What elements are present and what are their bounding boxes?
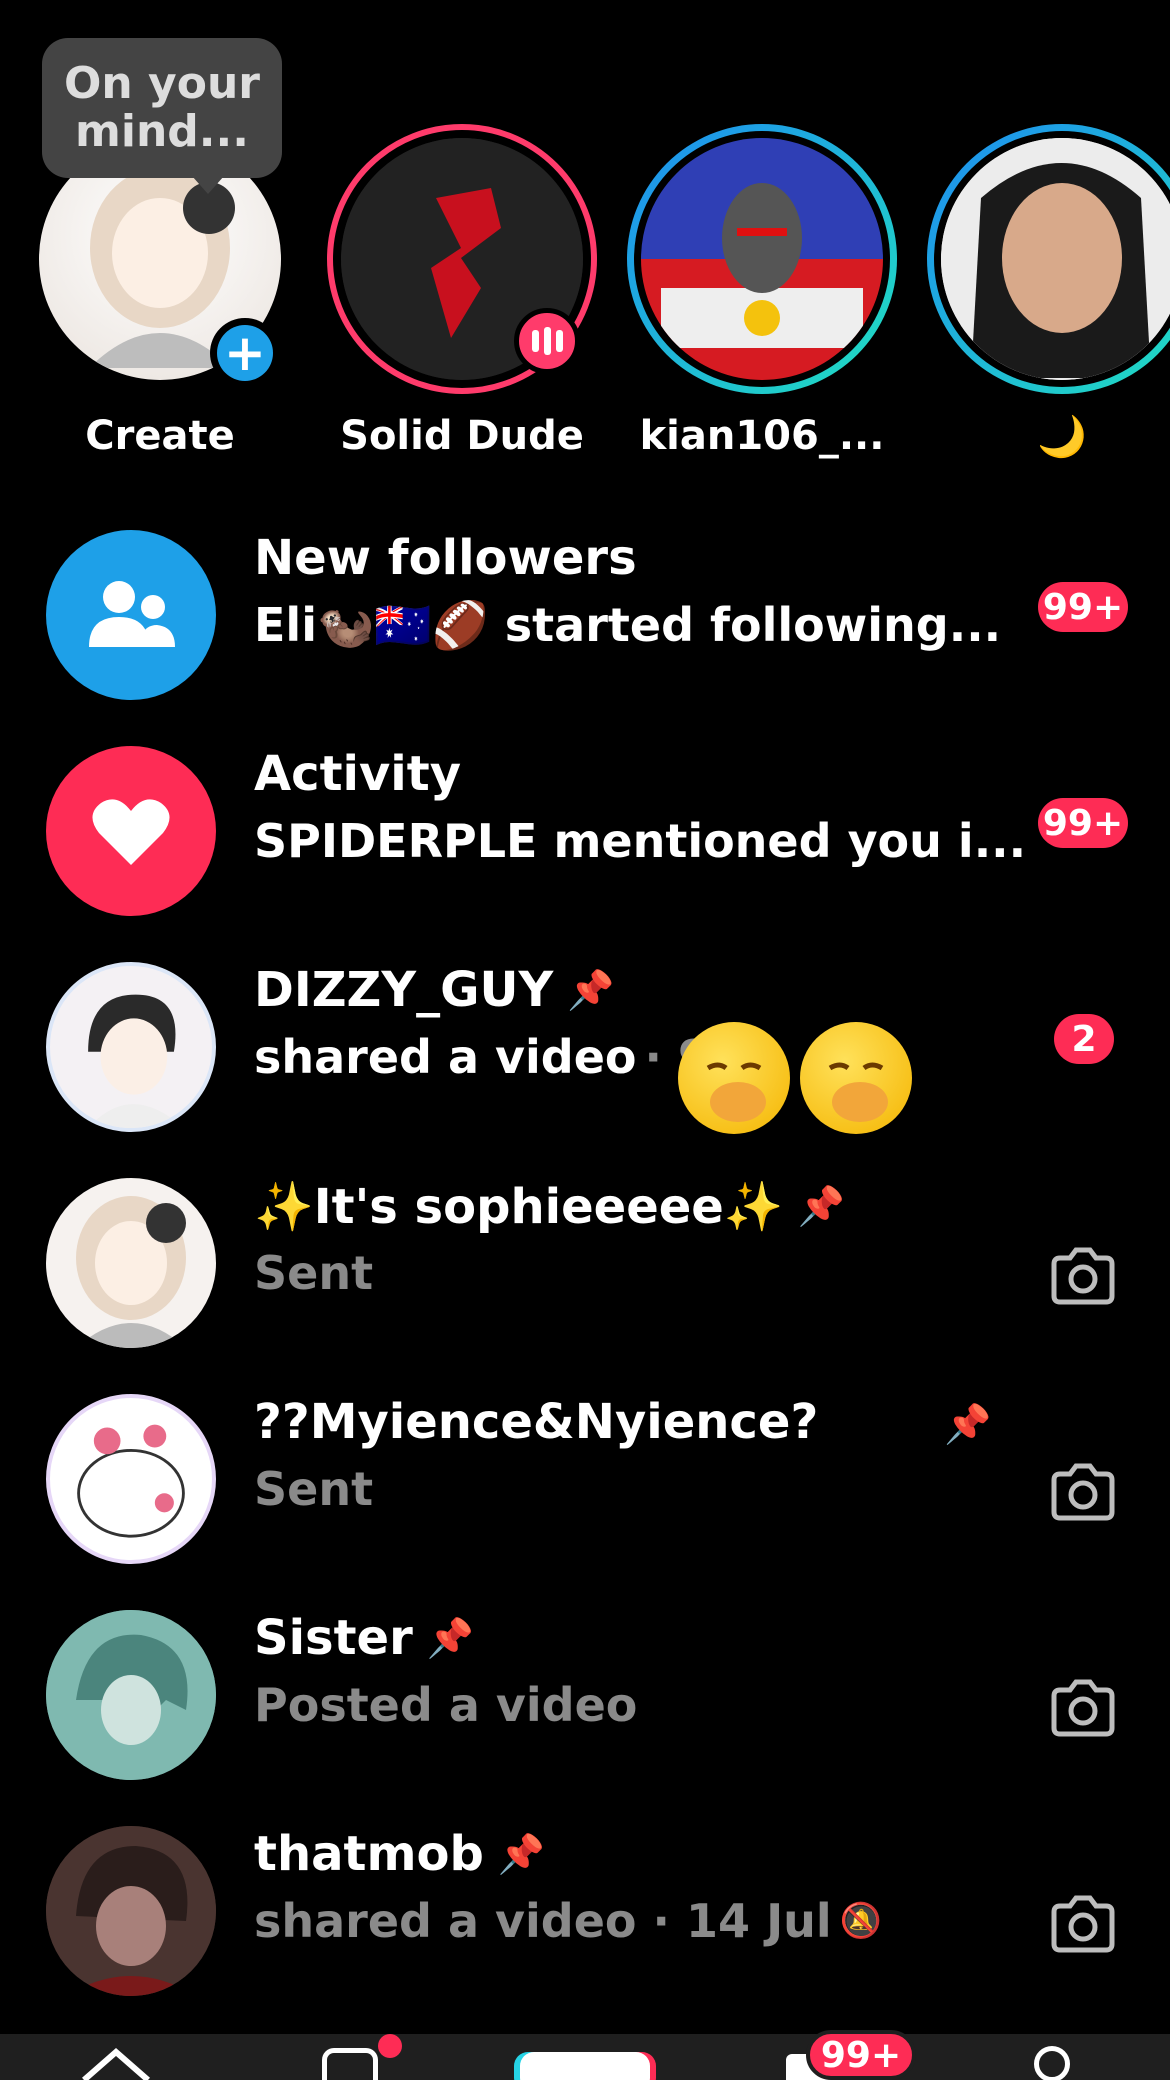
row-title-wrap: DIZZY_GUY 📌 (254, 962, 615, 1018)
camera-icon[interactable] (1048, 1246, 1118, 1306)
pin-icon: 📌 (944, 1402, 992, 1446)
story-label: Solid Dude (340, 413, 584, 459)
bottom-navigation-bar: 99+ (0, 2030, 1170, 2080)
story-label: 🌙 (1037, 414, 1087, 460)
shop-notification-dot (378, 2034, 402, 2058)
add-story-plus-icon[interactable]: + (210, 318, 280, 388)
tooltip-text: On your mind... (64, 57, 260, 157)
story-label: kian106_... (639, 413, 885, 459)
live-icon (514, 308, 580, 374)
story-avatar (641, 138, 883, 380)
row-title: ??Myience&Nyience? (254, 1394, 819, 1450)
muted-bell-icon: 🔕 (839, 1901, 883, 1941)
pin-icon: 📌 (497, 1831, 546, 1876)
shop-icon[interactable] (322, 2048, 378, 2080)
row-subtitle: Eli🦦🇦🇺🏈 started following... (254, 598, 1002, 652)
avatar (46, 1610, 216, 1780)
row-title: Activity (254, 746, 461, 802)
row-title: Sister (254, 1610, 413, 1666)
followers-icon (46, 530, 216, 700)
row-subtitle: shared a video · 14 Jul (254, 1894, 832, 1948)
pin-icon: 📌 (797, 1184, 845, 1228)
avatar (46, 1394, 216, 1564)
row-subtitle-wrap: shared a video · 9h (254, 1030, 743, 1084)
story-avatar (941, 138, 1170, 380)
on-your-mind-tooltip[interactable]: On your mind... (42, 38, 282, 194)
yawn-emoji-icon (800, 1022, 912, 1134)
pin-icon: 📌 (426, 1615, 475, 1660)
avatar (46, 962, 216, 1132)
activity-icon (46, 746, 216, 916)
row-title: DIZZY_GUY (254, 962, 554, 1018)
row-subtitle-wrap: shared a video · 14 Jul 🔕 (254, 1894, 882, 1948)
chat-row-myience-nyience[interactable]: ??Myience&Nyience? 📌 Sent (0, 1364, 1170, 1564)
row-title-wrap: thatmob 📌 (254, 1826, 545, 1882)
row-title-wrap: ✨It's sophieeeee✨ 📌 (254, 1178, 845, 1235)
row-title-wrap: Sister 📌 (254, 1610, 474, 1666)
camera-icon[interactable] (1048, 1894, 1118, 1954)
chat-row-dizzy-guy[interactable]: DIZZY_GUY 📌 shared a video · 9h 2 (0, 932, 1170, 1134)
yawn-emoji-icon (678, 1022, 790, 1134)
avatar (46, 1826, 216, 1996)
row-title: thatmob (254, 1826, 484, 1882)
home-icon[interactable] (76, 2044, 156, 2080)
camera-icon[interactable] (1048, 1678, 1118, 1738)
chat-row-sister[interactable]: Sister 📌 Posted a video (0, 1580, 1170, 1780)
row-subtitle: SPIDERPLE mentioned you i... (254, 814, 1027, 868)
row-title: ✨It's sophieeeee✨ (254, 1179, 784, 1235)
row-subtitle: shared a video (254, 1030, 637, 1084)
row-subtitle: Posted a video (254, 1678, 638, 1732)
inbox-badge: 99+ (806, 2030, 916, 2080)
row-title: New followers (254, 530, 637, 586)
create-button[interactable] (520, 2052, 650, 2080)
unread-badge: 99+ (1038, 798, 1128, 848)
chat-row-thatmob[interactable]: thatmob 📌 shared a video · 14 Jul 🔕 (0, 1796, 1170, 1996)
row-subtitle: Sent (254, 1246, 374, 1300)
activity-row[interactable]: Activity SPIDERPLE mentioned you i... 99… (0, 716, 1170, 916)
camera-icon[interactable] (1048, 1462, 1118, 1522)
pin-icon: 📌 (567, 967, 615, 1012)
unread-badge: 2 (1054, 1014, 1114, 1064)
unread-badge: 99+ (1038, 582, 1128, 632)
profile-icon[interactable] (1034, 2046, 1070, 2080)
avatar (46, 1178, 216, 1348)
chat-row-sophie[interactable]: ✨It's sophieeeee✨ 📌 Sent (0, 1148, 1170, 1348)
row-subtitle: Sent (254, 1462, 374, 1516)
story-label: Create (85, 413, 235, 459)
new-followers-row[interactable]: New followers Eli🦦🇦🇺🏈 started following.… (0, 500, 1170, 700)
